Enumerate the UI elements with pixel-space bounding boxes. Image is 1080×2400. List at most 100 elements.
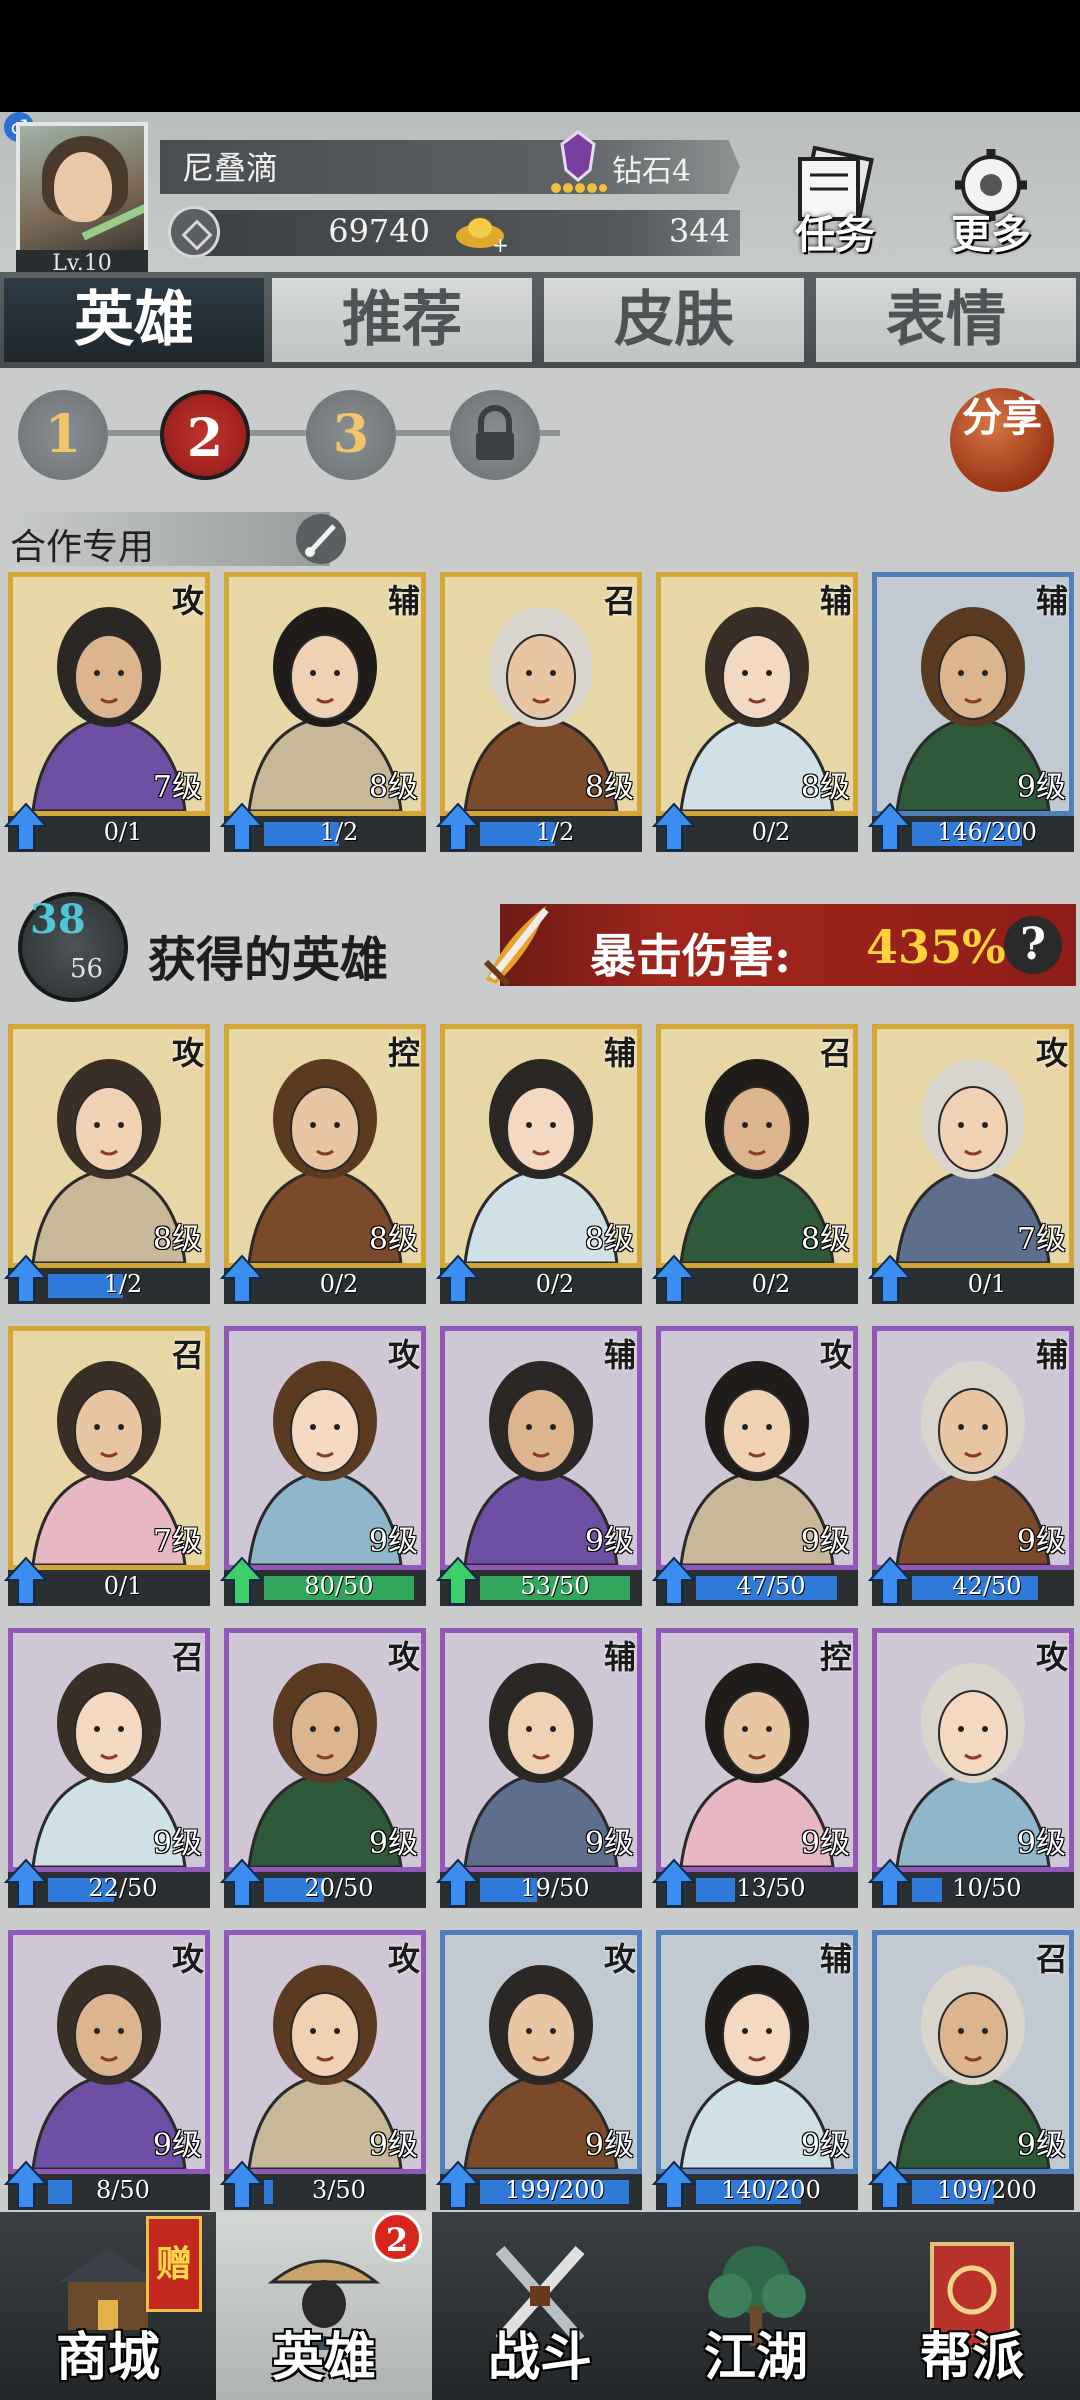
coop-card[interactable]: 辅 8级 0/2 [652, 572, 858, 852]
hero-count-total: 56 [70, 954, 104, 984]
notification-badge: 2 [372, 2212, 422, 2262]
gold-value: 344 [668, 212, 730, 250]
tasks-label: 任务 [795, 211, 875, 258]
hero-card[interactable]: 辅 9级 140/200 [652, 1930, 858, 2210]
hero-role-tag: 辅 [387, 582, 420, 620]
shard-progress-text: 0/1 [103, 818, 143, 846]
hero-card[interactable]: 攻 9级 8/50 [4, 1930, 210, 2210]
hero-card[interactable]: 辅 9级 53/50 [436, 1326, 642, 1606]
gift-tag: 赠 [146, 2216, 202, 2312]
hero-card[interactable]: 召 8级 0/2 [652, 1024, 858, 1304]
more-button[interactable]: 更多 [936, 145, 1046, 260]
upgrade-arrow-icon [4, 1858, 48, 1907]
brush-icon[interactable] [296, 514, 346, 564]
page-button-locked[interactable] [450, 390, 540, 480]
upgrade-arrow-icon [436, 2160, 480, 2209]
page-button-3[interactable]: 3 [306, 390, 396, 480]
tab-skins[interactable]: 皮肤 [544, 278, 804, 362]
upgrade-arrow-icon [220, 1556, 264, 1605]
hero-card[interactable]: 攻 8级 1/2 [4, 1024, 210, 1304]
status-bar [0, 0, 1080, 112]
hero-level: 9级 [1016, 2128, 1066, 2163]
shard-progress-text: 0/2 [751, 818, 791, 846]
hero-card[interactable]: 召 9级 109/200 [868, 1930, 1074, 2210]
coop-section-label: 合作专用 [10, 527, 155, 568]
hero-card[interactable]: 辅 9级 19/50 [436, 1628, 642, 1908]
shard-progress-text: 1/2 [319, 818, 359, 846]
upgrade-arrow-icon [436, 1556, 480, 1605]
hero-role-tag: 攻 [1035, 1034, 1068, 1072]
share-button[interactable]: 分享 [950, 388, 1054, 492]
help-icon[interactable]: ? [1004, 916, 1062, 974]
hero-role-tag: 召 [171, 1638, 204, 1676]
hero-level: 7级 [152, 1524, 202, 1559]
hero-card[interactable]: 攻 9级 10/50 [868, 1628, 1074, 1908]
upgrade-arrow-icon [436, 1254, 480, 1303]
page-button-1[interactable]: 1 [18, 390, 108, 480]
nav-battle[interactable]: 战斗 [432, 2212, 648, 2400]
hero-level: 7级 [1016, 1222, 1066, 1257]
hero-role-tag: 辅 [819, 1940, 852, 1978]
shard-progress-text: 0/1 [103, 1572, 143, 1600]
hero-card[interactable]: 控 9级 13/50 [652, 1628, 858, 1908]
tab-heroes[interactable]: 英雄 [4, 278, 264, 362]
hero-card[interactable]: 辅 8级 0/2 [436, 1024, 642, 1304]
more-label: 更多 [951, 211, 1031, 258]
upgrade-arrow-icon [652, 1858, 696, 1907]
coop-card[interactable]: 召 8级 1/2 [436, 572, 642, 852]
hero-role-tag: 攻 [387, 1336, 420, 1374]
hero-role-tag: 攻 [387, 1940, 420, 1978]
hero-level: 8级 [584, 1222, 634, 1257]
hero-level: 8级 [368, 770, 418, 805]
hero-card[interactable]: 攻 9级 20/50 [220, 1628, 426, 1908]
shard-progress-text: 8/50 [96, 2176, 150, 2204]
hero-card[interactable]: 召 9级 22/50 [4, 1628, 210, 1908]
coop-card[interactable]: 辅 8级 1/2 [220, 572, 426, 852]
hero-card[interactable]: 辅 9级 42/50 [868, 1326, 1074, 1606]
silver-coin-icon[interactable] [168, 206, 220, 258]
hero-card[interactable]: 攻 7级 0/1 [868, 1024, 1074, 1304]
hero-role-tag: 攻 [387, 1638, 420, 1676]
player-avatar[interactable] [16, 122, 148, 254]
hero-role-tag: 攻 [171, 1034, 204, 1072]
page-button-2[interactable]: 2 [160, 390, 250, 480]
hero-card[interactable]: 攻 9级 80/50 [220, 1326, 426, 1606]
hero-role-tag: 召 [171, 1336, 204, 1374]
hero-card[interactable]: 攻 9级 199/200 [436, 1930, 642, 2210]
upgrade-arrow-icon [4, 802, 48, 851]
hero-role-tag: 辅 [603, 1034, 636, 1072]
rank-diamond-icon [551, 130, 607, 193]
shard-progress-text: 3/50 [312, 2176, 366, 2204]
tasks-button[interactable]: 任务 [780, 145, 890, 260]
hero-role-tag: 攻 [171, 1940, 204, 1978]
hero-role-tag: 召 [819, 1034, 852, 1072]
hero-level: 9级 [368, 1524, 418, 1559]
upgrade-arrow-icon [220, 1254, 264, 1303]
hero-card[interactable]: 攻 9级 3/50 [220, 1930, 426, 2210]
hero-role-tag: 辅 [819, 582, 852, 620]
hero-role-tag: 召 [603, 582, 636, 620]
hero-level: 9级 [152, 1826, 202, 1861]
coop-card[interactable]: 辅 9级 146/200 [868, 572, 1074, 852]
hero-card[interactable]: 召 7级 0/1 [4, 1326, 210, 1606]
hero-card[interactable]: 攻 9级 47/50 [652, 1326, 858, 1606]
gold-ingot-icon[interactable]: + [452, 206, 508, 254]
hero-role-tag: 攻 [1035, 1638, 1068, 1676]
nav-guild[interactable]: 帮派 [864, 2212, 1080, 2400]
player-name: 尼叠滴 [182, 149, 279, 187]
hero-level: 9级 [584, 2128, 634, 2163]
lock-icon [476, 405, 514, 460]
shard-progress-text: 199/200 [505, 2176, 605, 2204]
hero-card[interactable]: 控 8级 0/2 [220, 1024, 426, 1304]
upgrade-arrow-icon [868, 1556, 912, 1605]
tab-recommend[interactable]: 推荐 [272, 278, 532, 362]
shard-progress-text: 0/2 [319, 1270, 359, 1298]
upgrade-arrow-icon [868, 2160, 912, 2209]
upgrade-arrow-icon [652, 1556, 696, 1605]
shard-progress-text: 1/2 [103, 1270, 143, 1298]
upgrade-arrow-icon [868, 1254, 912, 1303]
nav-label: 商城 [55, 2327, 160, 2388]
tab-emotes[interactable]: 表情 [816, 278, 1076, 362]
coop-card[interactable]: 攻 7级 0/1 [4, 572, 210, 852]
nav-jianghu[interactable]: 江湖 [648, 2212, 864, 2400]
